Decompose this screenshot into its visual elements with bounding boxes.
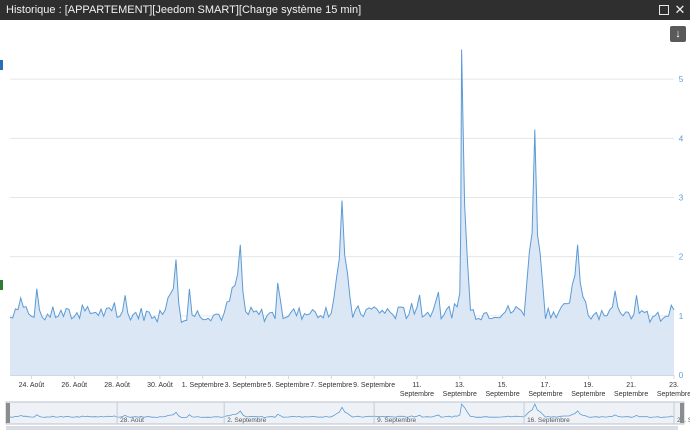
navigator-scrollbar[interactable] [6, 426, 678, 430]
navigator-handle-left[interactable] [6, 403, 10, 423]
x-tick-label: 17. Septembre [528, 382, 562, 398]
y-tick-label: 0 [679, 371, 684, 380]
x-tick-label: 21. Septembre [614, 382, 648, 398]
y-tick-label: 5 [679, 75, 684, 84]
navigator-tick-label: 28. Août [120, 417, 144, 424]
download-arrow-icon[interactable]: ↓ [670, 26, 686, 42]
x-tick-label: 7. Septembre [310, 382, 352, 389]
window-titlebar: Historique : [APPARTEMENT][Jeedom SMART]… [0, 0, 690, 20]
navigator-tick-label: 2. Septembre [227, 417, 266, 424]
navigator-tick-label: 16. Septembre [527, 417, 570, 424]
x-tick-label: 13. Septembre [443, 382, 477, 398]
x-tick-label: 19. Septembre [571, 382, 605, 398]
x-tick-label: 23. Septembre [657, 382, 690, 398]
x-tick-label: 5. Septembre [267, 382, 309, 389]
x-tick-label: 24. Août [19, 382, 45, 389]
x-tick-label: 28. Août [104, 382, 130, 389]
y-tick-label: 1 [679, 312, 684, 321]
x-tick-label: 30. Août [147, 382, 173, 389]
maximize-icon[interactable] [657, 3, 671, 17]
series-area [10, 49, 674, 375]
x-tick-label: 9. Septembre [353, 382, 395, 389]
x-tick-label: 15. Septembre [486, 382, 520, 398]
navigator-background [5, 401, 685, 425]
x-tick-label: 26. Août [61, 382, 87, 389]
window-title: Historique : [APPARTEMENT][Jeedom SMART]… [6, 4, 362, 16]
y-tick-label: 2 [679, 253, 684, 262]
y-tick-label: 4 [679, 134, 684, 143]
close-icon[interactable]: ✕ [673, 3, 687, 17]
history-chart[interactable]: 0 1 2 3 4 5 24. Août 26. Août 28. Août 30. Août 1.… [0, 20, 690, 432]
navigator-handle-right[interactable] [680, 403, 684, 423]
y-tick-label: 3 [679, 194, 684, 203]
navigator-tick-label: 9. Septembre [377, 417, 416, 424]
x-tick-label: 1. Septembre [182, 382, 224, 389]
x-tick-label: 11. Septembre [400, 382, 434, 398]
x-tick-label: 3. Septembre [225, 382, 267, 389]
